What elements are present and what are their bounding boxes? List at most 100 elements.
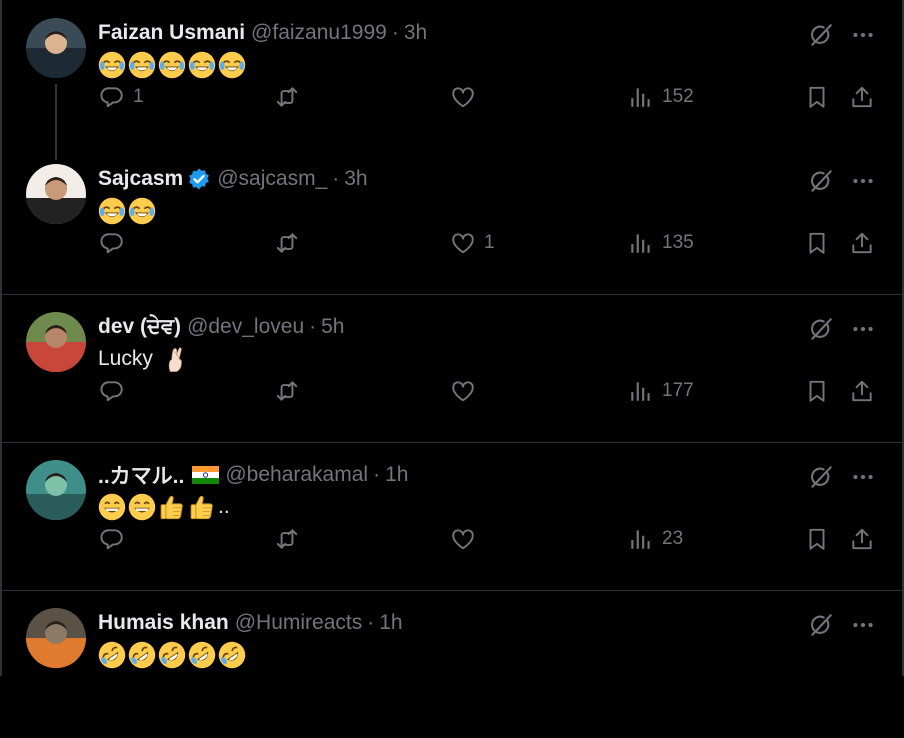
- like-button[interactable]: [450, 80, 484, 114]
- repost-button[interactable]: [274, 80, 308, 114]
- avatar[interactable]: [26, 18, 86, 78]
- rofl-emoji-icon: [218, 641, 246, 669]
- display-name[interactable]: Faizan Usmani: [98, 21, 245, 45]
- tweet-header: ..カマル.. @beharakamal · 1h: [98, 461, 408, 489]
- share-button[interactable]: [849, 522, 875, 556]
- reply-icon: [99, 378, 125, 404]
- repost-icon: [274, 378, 300, 404]
- username[interactable]: @Humireacts: [235, 611, 363, 635]
- views-button[interactable]: 177: [628, 374, 694, 408]
- rofl-emoji-icon: [158, 641, 186, 669]
- avatar[interactable]: [26, 312, 86, 372]
- separator-dot: ·: [332, 167, 340, 190]
- reply-button[interactable]: 1: [99, 80, 144, 114]
- display-name[interactable]: dev (ਦੇਵ): [98, 315, 181, 339]
- tweet-header: Faizan Usmani @faizanu1999 · 3h: [98, 19, 427, 47]
- verified-badge-icon[interactable]: [187, 167, 211, 191]
- share-icon: [849, 526, 875, 552]
- timestamp[interactable]: 3h: [344, 167, 367, 191]
- username[interactable]: @faizanu1999: [251, 21, 387, 45]
- repost-button[interactable]: [274, 374, 308, 408]
- grin-emoji-icon: [128, 493, 156, 521]
- joy-emoji-icon: [158, 51, 186, 79]
- bookmark-icon: [804, 526, 830, 552]
- joy-emoji-icon: [128, 51, 156, 79]
- grok-icon[interactable]: [808, 316, 834, 342]
- bookmark-button[interactable]: [804, 80, 830, 114]
- tweet: dev (ਦੇਵ) @dev_loveu · 5h Lucky 177: [0, 294, 904, 442]
- grok-icon[interactable]: [808, 464, 834, 490]
- timestamp[interactable]: 1h: [385, 463, 408, 487]
- username[interactable]: @sajcasm_: [217, 167, 327, 191]
- reply-button[interactable]: [99, 522, 133, 556]
- joy-emoji-icon: [128, 197, 156, 225]
- thumbs-up-emoji-icon: [188, 493, 216, 521]
- share-icon: [849, 230, 875, 256]
- views-button[interactable]: 152: [628, 80, 694, 114]
- display-name[interactable]: ..カマル..: [98, 460, 184, 490]
- like-button[interactable]: [450, 374, 484, 408]
- share-icon: [849, 84, 875, 110]
- timestamp[interactable]: 5h: [321, 315, 344, 339]
- rofl-emoji-icon: [188, 641, 216, 669]
- timestamp[interactable]: 3h: [404, 21, 427, 45]
- grok-icon[interactable]: [808, 612, 834, 638]
- views-button[interactable]: 135: [628, 226, 694, 260]
- views-button-count: 177: [662, 380, 694, 401]
- india-flag-icon: [192, 466, 220, 484]
- tweet: ..カマル.. @beharakamal · 1h.. 23: [0, 442, 904, 590]
- repost-icon: [274, 526, 300, 552]
- tweet-text: [98, 51, 248, 79]
- reply-button[interactable]: [99, 226, 133, 260]
- grok-icon[interactable]: [808, 168, 834, 194]
- separator-dot: ·: [391, 21, 399, 44]
- views-button-count: 135: [662, 232, 694, 253]
- tweet-actions: 23: [0, 522, 904, 556]
- bookmark-button[interactable]: [804, 226, 830, 260]
- tweet: Sajcasm @sajcasm_ · 3h 1 135: [0, 146, 904, 294]
- avatar[interactable]: [26, 608, 86, 668]
- separator-dot: ·: [367, 611, 375, 634]
- joy-emoji-icon: [98, 197, 126, 225]
- avatar[interactable]: [26, 460, 86, 520]
- separator-dot: ·: [373, 463, 381, 486]
- timestamp[interactable]: 1h: [379, 611, 402, 635]
- joy-emoji-icon: [188, 51, 216, 79]
- tweet-text: [98, 641, 248, 669]
- username[interactable]: @beharakamal: [225, 463, 368, 487]
- more-icon[interactable]: [850, 316, 876, 342]
- tweet-trailing-text: ..: [218, 495, 230, 518]
- reply-icon: [99, 84, 125, 110]
- separator-dot: ·: [309, 315, 317, 338]
- bookmark-button[interactable]: [804, 374, 830, 408]
- views-button[interactable]: 23: [628, 522, 683, 556]
- repost-icon: [274, 84, 300, 110]
- bookmark-button[interactable]: [804, 522, 830, 556]
- share-button[interactable]: [849, 226, 875, 260]
- more-icon[interactable]: [850, 612, 876, 638]
- share-button[interactable]: [849, 374, 875, 408]
- grok-icon[interactable]: [808, 22, 834, 48]
- reply-icon: [99, 526, 125, 552]
- like-button[interactable]: [450, 522, 484, 556]
- share-button[interactable]: [849, 80, 875, 114]
- views-icon: [628, 230, 654, 256]
- reply-icon: [99, 230, 125, 256]
- username[interactable]: @dev_loveu: [187, 315, 304, 339]
- tweet-text: Lucky: [98, 345, 191, 373]
- more-icon[interactable]: [850, 168, 876, 194]
- display-name[interactable]: Sajcasm: [98, 167, 183, 191]
- more-icon[interactable]: [850, 464, 876, 490]
- bookmark-icon: [804, 230, 830, 256]
- reply-button-count: 1: [133, 86, 144, 107]
- repost-button[interactable]: [274, 226, 308, 260]
- reply-button[interactable]: [99, 374, 133, 408]
- views-button-count: 23: [662, 528, 684, 549]
- repost-button[interactable]: [274, 522, 308, 556]
- tweet-text: ..: [98, 493, 230, 521]
- avatar[interactable]: [26, 164, 86, 224]
- more-icon[interactable]: [850, 22, 876, 48]
- grin-emoji-icon: [98, 493, 126, 521]
- like-button[interactable]: 1: [450, 226, 495, 260]
- display-name[interactable]: Humais khan: [98, 611, 229, 635]
